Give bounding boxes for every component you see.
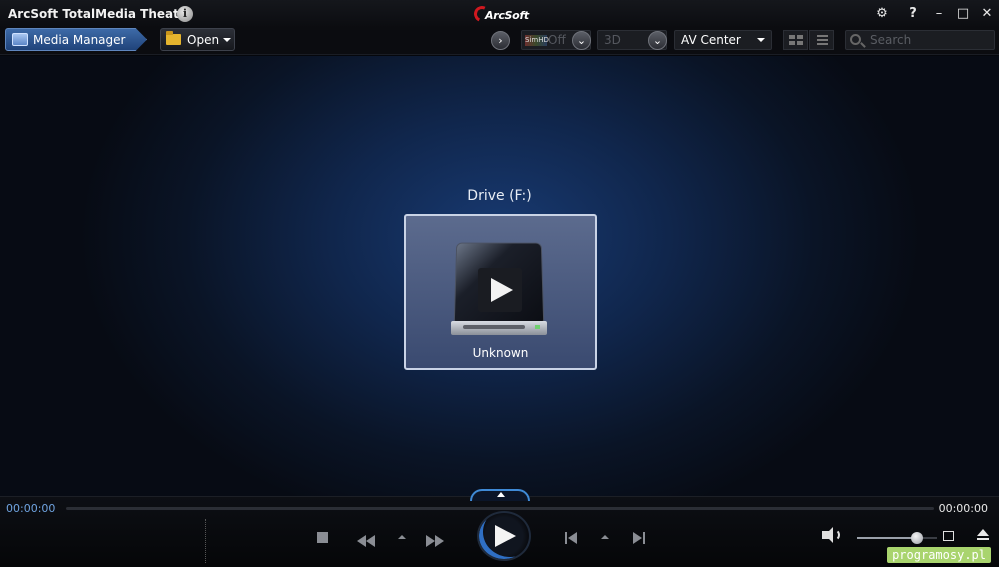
expand-panel-tab[interactable] [470, 489, 530, 501]
play-icon [495, 525, 516, 547]
minimize-button[interactable]: – [930, 5, 948, 23]
help-button[interactable]: ? [904, 5, 922, 23]
search-box [845, 30, 995, 50]
volume-wave-icon [831, 529, 840, 541]
divider [205, 519, 206, 563]
previous-chapter-icon[interactable] [565, 532, 578, 544]
volume-slider-knob[interactable] [911, 532, 923, 544]
av-mode-dropdown[interactable]: AV Center [674, 30, 772, 50]
simhd-state: Off [548, 33, 566, 47]
media-browser-area: Drive (F:) Unknown [0, 56, 999, 496]
search-input[interactable] [870, 32, 990, 48]
disc-drive-icon [451, 241, 549, 338]
brand-text: ArcSoft [485, 9, 529, 22]
open-button[interactable]: Open [160, 28, 235, 51]
3d-mode-label: 3D [604, 33, 621, 47]
av-mode-label: AV Center [681, 33, 741, 47]
aspect-ratio-icon[interactable] [943, 531, 954, 541]
chevron-down-icon [223, 38, 231, 42]
playback-control-bar: 00:00:00 00:00:00 programosy.pl [0, 489, 999, 567]
drive-tile[interactable]: Unknown [404, 214, 597, 370]
list-view-icon [817, 35, 828, 37]
folder-icon [166, 31, 181, 45]
search-icon [850, 34, 861, 45]
drive-title: Drive (F:) [467, 188, 532, 204]
title-bar: ArcSoft TotalMedia Theatre i ArcSoft ⚙ ?… [0, 0, 999, 28]
grid-view-button[interactable] [783, 30, 808, 50]
3d-dropdown-button[interactable]: ⌄ [648, 31, 667, 50]
grid-view-icon [789, 35, 795, 39]
open-label: Open [187, 33, 220, 47]
expand-arrow-button[interactable]: › [491, 31, 510, 50]
chapter-menu-icon[interactable] [601, 535, 609, 539]
media-manager-button[interactable]: Media Manager [5, 28, 147, 51]
list-view-button[interactable] [809, 30, 834, 50]
stop-icon[interactable] [317, 532, 328, 543]
eject-icon[interactable] [977, 529, 989, 536]
close-button[interactable]: ✕ [978, 5, 996, 23]
maximize-button[interactable]: □ [954, 5, 972, 23]
seek-bar[interactable] [66, 507, 934, 510]
disc-label: Unknown [472, 346, 529, 360]
brand-logo: ArcSoft [471, 3, 529, 25]
info-icon[interactable]: i [177, 6, 193, 22]
rewind-icon[interactable] [357, 532, 375, 551]
elapsed-time: 00:00:00 [6, 502, 56, 515]
volume-icon[interactable] [822, 527, 833, 543]
settings-gear-icon[interactable]: ⚙ [873, 5, 891, 23]
simhd-logo: SimHD [525, 35, 549, 46]
play-icon [491, 278, 513, 302]
next-chapter-icon[interactable] [633, 532, 646, 544]
app-title: ArcSoft TotalMedia Theatre [8, 7, 193, 21]
simhd-dropdown-button[interactable]: ⌄ [572, 31, 591, 50]
rewind-speed-up-icon[interactable] [398, 535, 406, 539]
media-manager-label: Media Manager [33, 33, 126, 47]
watermark: programosy.pl [887, 547, 991, 563]
media-library-icon [12, 33, 28, 46]
toolbar: Media Manager Open › SimHD Off ⌄ 3D ⌄ AV… [0, 28, 999, 55]
fast-forward-icon[interactable] [426, 532, 444, 551]
chevron-down-icon [757, 38, 765, 42]
total-time: 00:00:00 [938, 502, 988, 515]
volume-slider[interactable] [857, 537, 917, 539]
